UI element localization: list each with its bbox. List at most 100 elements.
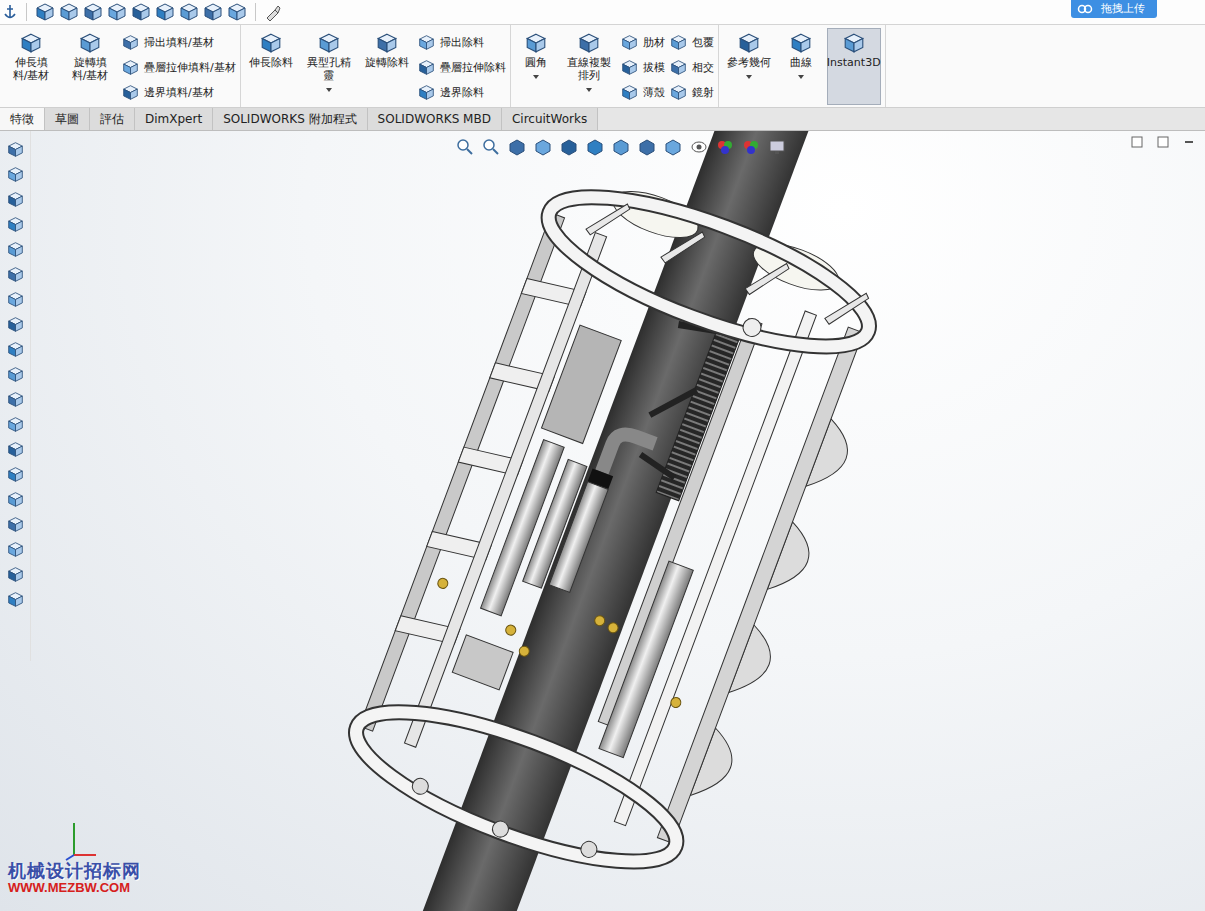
ribbon-small-button[interactable]: 掃出除料 [418,32,506,52]
view-tool-icon[interactable] [586,138,604,156]
heads-up-toolbar [456,138,786,156]
separator [255,3,256,21]
view-tool-icon[interactable] [716,138,734,156]
dropdown-arrow-icon[interactable] [746,75,752,79]
top-ring [533,167,885,376]
ribbon-button[interactable]: 旋轉填料/基材 [63,28,117,105]
quick-access-bar: 拖拽上传 [0,0,1205,25]
dropdown-arrow-icon[interactable] [586,88,592,92]
ribbon-small-button[interactable]: 薄殼 [621,82,665,102]
ribbon-small-button[interactable]: 邊界填料/基材 [122,82,236,102]
tool-icon [7,391,24,408]
ribbon-button[interactable]: 圓角 [515,28,557,105]
tab[interactable]: DimXpert [135,108,213,130]
tool-icon [7,241,24,258]
cloud-icon [1077,4,1093,14]
anchor-icon[interactable] [2,3,18,21]
tool-icon [7,466,24,483]
actuator [549,482,608,593]
bracket [541,325,621,443]
view-tool-icon[interactable] [768,138,786,156]
nut [607,621,620,634]
bolt [579,839,600,860]
panel-control-icon[interactable] [1157,136,1169,148]
ribbon-small-button[interactable]: 鏡射 [670,82,714,102]
view-tool-icon[interactable] [638,138,656,156]
tab[interactable]: CircuitWorks [502,108,598,130]
view-cube-icon [59,2,79,22]
ribbon-button[interactable]: 旋轉除料 [361,28,413,105]
tool-icon [7,516,24,533]
cage-bar [404,233,606,748]
ribbon-small-button[interactable]: 疊層拉伸除料 [418,57,506,77]
view-tool-icon[interactable] [664,138,682,156]
panel-control-icon[interactable] [1131,136,1143,148]
view-tool-icon[interactable] [690,138,708,156]
panel-control-icon[interactable] [1183,136,1195,148]
ribbon-button[interactable]: 直線複製排列 [562,28,616,105]
ribbon-group: 圓角直線複製排列肋材拔模薄殼包覆相交鏡射 [511,25,719,107]
feature-icon [621,59,638,76]
tool-icon [7,216,24,233]
view-cube-icon [107,2,127,22]
tab[interactable]: 草圖 [45,108,90,130]
bolt [740,316,763,339]
view-tool-icon[interactable] [482,138,500,156]
feature-icon [79,32,101,54]
ribbon-button[interactable]: 伸長除料 [245,28,297,105]
tab[interactable]: SOLIDWORKS 附加程式 [213,108,367,130]
panel-controls [1131,136,1195,148]
view-tool-icon[interactable] [560,138,578,156]
view-cube-icon [227,2,247,22]
tool-icon [7,141,24,158]
feature-icon [670,34,687,51]
ribbon-small-button[interactable]: 掃出填料/基材 [122,32,236,52]
dropdown-arrow-icon[interactable] [326,88,332,92]
tab[interactable]: SOLIDWORKS MBD [368,108,502,130]
flashlight-icon[interactable] [264,3,282,21]
view-tool-icon[interactable] [534,138,552,156]
graphics-area: 机械设计招标网WWW.MEZBW.COM [0,131,1205,911]
ribbon-column: 肋材拔模薄殼 [621,28,665,105]
ribbon-small-button[interactable]: 肋材 [621,32,665,52]
ribbon-small-button[interactable]: 相交 [670,57,714,77]
ribbon-small-button[interactable]: 拔模 [621,57,665,77]
view-cube-icon [35,2,55,22]
fin [823,283,870,334]
dropdown-arrow-icon[interactable] [798,75,804,79]
bolt [410,776,431,797]
viewport[interactable] [31,131,1205,911]
ribbon-column: 掃出填料/基材疊層拉伸填料/基材邊界填料/基材 [122,28,236,105]
view-tool-icon[interactable] [508,138,526,156]
ribbon-button[interactable]: Instant3D [827,28,881,105]
ribbon-button[interactable]: 曲線 [780,28,822,105]
rail [598,319,762,727]
link-arm [650,378,697,428]
tab[interactable]: 特徵 [0,108,45,130]
tab[interactable]: 評估 [90,108,135,130]
upload-button[interactable]: 拖拽上传 [1071,0,1157,18]
dropdown-arrow-icon[interactable] [533,75,539,79]
ribbon-small-button[interactable]: 邊界除料 [418,82,506,102]
ribbon-group: 伸長除料異型孔精靈旋轉除料掃出除料疊層拉伸除料邊界除料 [241,25,511,107]
cad-model[interactable] [31,131,1205,911]
ribbon-small-button[interactable]: 疊層拉伸填料/基材 [122,57,236,77]
ribbon-button[interactable]: 異型孔精靈 [302,28,356,105]
fin [585,193,632,244]
ribbon-column: 包覆相交鏡射 [670,28,714,105]
view-tool-icon[interactable] [742,138,760,156]
feature-icon [790,32,812,54]
command-tabs: 特徵草圖評估DimXpertSOLIDWORKS 附加程式SOLIDWORKS … [0,108,1205,131]
ribbon-button[interactable]: 參考幾何 [723,28,775,105]
view-tool-icon[interactable] [612,138,630,156]
nut [593,614,606,627]
tool-icon [7,191,24,208]
feature-icon [418,59,435,76]
ribbon-small-button[interactable]: 包覆 [670,32,714,52]
feature-icon [621,34,638,51]
nut [436,577,449,590]
feature-icon [318,32,340,54]
ribbon-button[interactable]: 伸長填料/基材 [4,28,58,105]
view-tool-icon[interactable] [456,138,474,156]
cage-bar [657,327,863,843]
